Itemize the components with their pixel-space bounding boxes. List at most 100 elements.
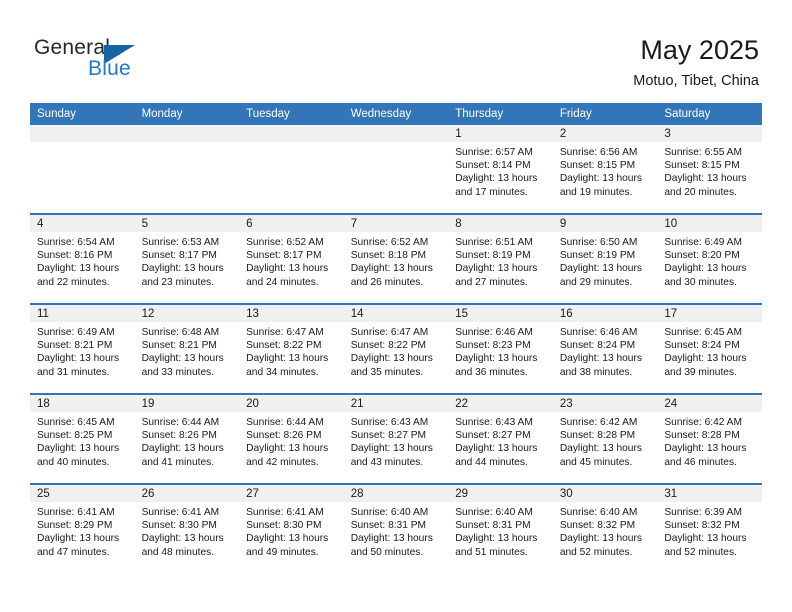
calendar-day-cell[interactable]: 11 Sunrise: 6:49 AM Sunset: 8:21 PM Dayligh… — [30, 303, 135, 394]
day-details: Sunrise: 6:41 AM Sunset: 8:29 PM Daylight:… — [30, 502, 135, 559]
calendar-day-cell[interactable]: 30 Sunrise: 6:40 AM Sunset: 8:32 PM Dayligh… — [552, 483, 658, 573]
day-details: Sunrise: 6:39 AM Sunset: 8:32 PM Daylight:… — [657, 502, 762, 559]
calendar-day-cell[interactable]: 19 Sunrise: 6:44 AM Sunset: 8:26 PM Dayligh… — [134, 393, 240, 484]
sunrise-time: Sunrise: 6:40 AM — [455, 507, 533, 518]
calendar-day-cell[interactable]: 4 Sunrise: 6:54 AM Sunset: 8:16 PM Daylight… — [30, 213, 135, 304]
daylight-duration-line2: and 44 minutes. — [455, 456, 528, 468]
sunrise-time: Sunrise: 6:41 AM — [141, 507, 220, 518]
sunrise-time: Sunrise: 6:48 AM — [141, 327, 220, 338]
sunset-time: Sunset: 8:24 PM — [559, 340, 636, 352]
calendar-day-cell[interactable]: 16 Sunrise: 6:46 AM Sunset: 8:24 PM Dayligh… — [552, 303, 658, 394]
calendar-day-cell[interactable]: 23 Sunrise: 6:42 AM Sunset: 8:28 PM Dayligh… — [552, 393, 658, 484]
calendar-day-cell[interactable]: 15 Sunrise: 6:46 AM Sunset: 8:23 PM Dayligh… — [448, 303, 553, 394]
day-details: Sunrise: 6:41 AM Sunset: 8:30 PM Daylight:… — [239, 502, 344, 559]
calendar-day-cell[interactable]: 12 Sunrise: 6:48 AM Sunset: 8:21 PM Dayligh… — [134, 303, 240, 394]
page-title: May 2025 — [640, 35, 759, 65]
calendar-day-cell[interactable]: 5 Sunrise: 6:53 AM Sunset: 8:17 PM Daylight… — [134, 213, 240, 304]
calendar-day-cell[interactable]: 22 Sunrise: 6:43 AM Sunset: 8:27 PM Dayligh… — [448, 393, 553, 484]
daylight-duration-line1: Daylight: 13 hours — [141, 443, 224, 455]
weekday-header-monday: Monday — [134, 103, 240, 125]
calendar-day-cell[interactable]: 21 Sunrise: 6:43 AM Sunset: 8:27 PM Dayligh… — [343, 393, 449, 484]
day-number: 31 — [657, 485, 762, 502]
calendar-day-cell[interactable]: 17 Sunrise: 6:45 AM Sunset: 8:24 PM Dayligh… — [657, 303, 762, 394]
calendar-day-cell[interactable]: 28 Sunrise: 6:40 AM Sunset: 8:31 PM Dayligh… — [343, 483, 449, 573]
daylight-duration-line2: and 35 minutes. — [350, 366, 424, 378]
day-number: 15 — [448, 305, 553, 322]
calendar-day-cell[interactable]: 26 Sunrise: 6:41 AM Sunset: 8:30 PM Dayligh… — [134, 483, 240, 573]
daylight-duration-line1: Daylight: 13 hours — [350, 353, 433, 365]
sunrise-time: Sunrise: 6:52 AM — [350, 237, 429, 248]
sunrise-time: Sunrise: 6:46 AM — [455, 327, 533, 338]
day-number: 22 — [448, 395, 553, 412]
calendar-day-cell[interactable]: 7 Sunrise: 6:52 AM Sunset: 8:18 PM Daylight… — [343, 213, 449, 304]
day-number: 21 — [343, 395, 449, 412]
calendar-day-cell[interactable]: 25 Sunrise: 6:41 AM Sunset: 8:29 PM Dayligh… — [30, 483, 135, 573]
day-number: 28 — [343, 485, 449, 502]
day-number: 7 — [343, 215, 449, 232]
daylight-duration-line1: Daylight: 13 hours — [455, 443, 538, 455]
calendar-day-cell[interactable]: 31 Sunrise: 6:39 AM Sunset: 8:32 PM Dayligh… — [657, 483, 762, 573]
daylight-duration-line1: Daylight: 13 hours — [37, 353, 120, 365]
calendar-day-cell[interactable]: 3 Sunrise: 6:55 AM Sunset: 8:15 PM Daylight… — [657, 125, 762, 214]
sunrise-time: Sunrise: 6:55 AM — [664, 147, 742, 158]
day-details: Sunrise: 6:43 AM Sunset: 8:27 PM Daylight:… — [448, 412, 553, 469]
daylight-duration-line2: and 47 minutes. — [37, 546, 110, 558]
calendar-week-row: 18 Sunrise: 6:45 AM Sunset: 8:25 PM Dayligh… — [30, 393, 762, 484]
daylight-duration-line2: and 38 minutes. — [559, 366, 633, 378]
daylight-duration-line1: Daylight: 13 hours — [559, 443, 642, 455]
daylight-duration-line2: and 30 minutes. — [664, 276, 737, 288]
day-details: Sunrise: 6:48 AM Sunset: 8:21 PM Daylight:… — [135, 322, 240, 379]
calendar-day-cell[interactable]: 6 Sunrise: 6:52 AM Sunset: 8:17 PM Daylight… — [239, 213, 344, 304]
calendar-day-cell[interactable]: 1 Sunrise: 6:57 AM Sunset: 8:14 PM Daylight… — [448, 125, 553, 214]
calendar-week-row: 1 Sunrise: 6:57 AM Sunset: 8:14 PM Daylight… — [30, 125, 762, 214]
sunset-time: Sunset: 8:19 PM — [455, 250, 531, 262]
daylight-duration-line1: Daylight: 13 hours — [246, 443, 329, 455]
day-details: Sunrise: 6:45 AM Sunset: 8:25 PM Daylight:… — [30, 412, 135, 469]
sunset-time: Sunset: 8:19 PM — [559, 250, 636, 262]
daylight-duration-line2: and 24 minutes. — [246, 276, 319, 288]
daylight-duration-line1: Daylight: 13 hours — [141, 533, 224, 545]
sunset-time: Sunset: 8:32 PM — [664, 520, 740, 532]
calendar-day-cell[interactable]: 13 Sunrise: 6:47 AM Sunset: 8:22 PM Dayligh… — [239, 303, 344, 394]
daylight-duration-line1: Daylight: 13 hours — [246, 533, 329, 545]
sunrise-time: Sunrise: 6:40 AM — [350, 507, 429, 518]
day-number: 25 — [30, 485, 135, 502]
calendar-day-cell[interactable]: 24 Sunrise: 6:42 AM Sunset: 8:28 PM Dayligh… — [657, 393, 762, 484]
daylight-duration-line1: Daylight: 13 hours — [455, 173, 538, 185]
calendar-day-cell[interactable]: 10 Sunrise: 6:49 AM Sunset: 8:20 PM Dayligh… — [657, 213, 762, 304]
sunset-time: Sunset: 8:26 PM — [141, 430, 217, 442]
sunset-time: Sunset: 8:27 PM — [455, 430, 531, 442]
calendar-day-cell[interactable]: 18 Sunrise: 6:45 AM Sunset: 8:25 PM Dayligh… — [30, 393, 135, 484]
calendar-day-cell[interactable]: 29 Sunrise: 6:40 AM Sunset: 8:31 PM Dayligh… — [448, 483, 553, 573]
day-details: Sunrise: 6:52 AM Sunset: 8:18 PM Daylight:… — [344, 232, 449, 289]
daylight-duration-line2: and 51 minutes. — [455, 546, 528, 558]
day-details: Sunrise: 6:54 AM Sunset: 8:16 PM Daylight:… — [30, 232, 135, 289]
calendar-day-cell[interactable]: 2 Sunrise: 6:56 AM Sunset: 8:15 PM Daylight… — [552, 125, 658, 214]
sunrise-time: Sunrise: 6:41 AM — [246, 507, 324, 518]
daylight-duration-line1: Daylight: 13 hours — [664, 173, 747, 185]
daylight-duration-line2: and 34 minutes. — [246, 366, 319, 378]
daylight-duration-line2: and 17 minutes. — [455, 186, 528, 198]
sunset-time: Sunset: 8:31 PM — [455, 520, 531, 532]
day-number: 3 — [657, 125, 762, 142]
general-blue-logo[interactable]: General Blue — [34, 36, 214, 86]
calendar-day-cell[interactable]: 27 Sunrise: 6:41 AM Sunset: 8:30 PM Dayligh… — [239, 483, 344, 573]
daylight-duration-line1: Daylight: 13 hours — [350, 533, 433, 545]
calendar-day-cell[interactable]: 8 Sunrise: 6:51 AM Sunset: 8:19 PM Daylight… — [448, 213, 553, 304]
calendar-cell-empty — [134, 125, 240, 214]
page-header: General Blue May 2025 Motuo, Tibet, Chin… — [0, 0, 792, 100]
day-details: Sunrise: 6:53 AM Sunset: 8:17 PM Daylight:… — [135, 232, 240, 289]
day-number: 23 — [552, 395, 658, 412]
daylight-duration-line2: and 33 minutes. — [141, 366, 215, 378]
day-details: Sunrise: 6:57 AM Sunset: 8:14 PM Daylight:… — [448, 142, 553, 199]
sunset-time: Sunset: 8:15 PM — [559, 160, 636, 172]
daylight-duration-line1: Daylight: 13 hours — [37, 443, 120, 455]
calendar-cell-empty — [343, 125, 449, 214]
calendar-day-cell[interactable]: 9 Sunrise: 6:50 AM Sunset: 8:19 PM Daylight… — [552, 213, 658, 304]
page-subtitle: Motuo, Tibet, China — [633, 73, 759, 89]
day-details: Sunrise: 6:49 AM Sunset: 8:20 PM Daylight:… — [657, 232, 762, 289]
calendar-day-cell[interactable]: 20 Sunrise: 6:44 AM Sunset: 8:26 PM Dayligh… — [239, 393, 344, 484]
daylight-duration-line1: Daylight: 13 hours — [246, 263, 329, 275]
calendar-day-cell[interactable]: 14 Sunrise: 6:47 AM Sunset: 8:22 PM Dayligh… — [343, 303, 449, 394]
day-number: 10 — [657, 215, 762, 232]
